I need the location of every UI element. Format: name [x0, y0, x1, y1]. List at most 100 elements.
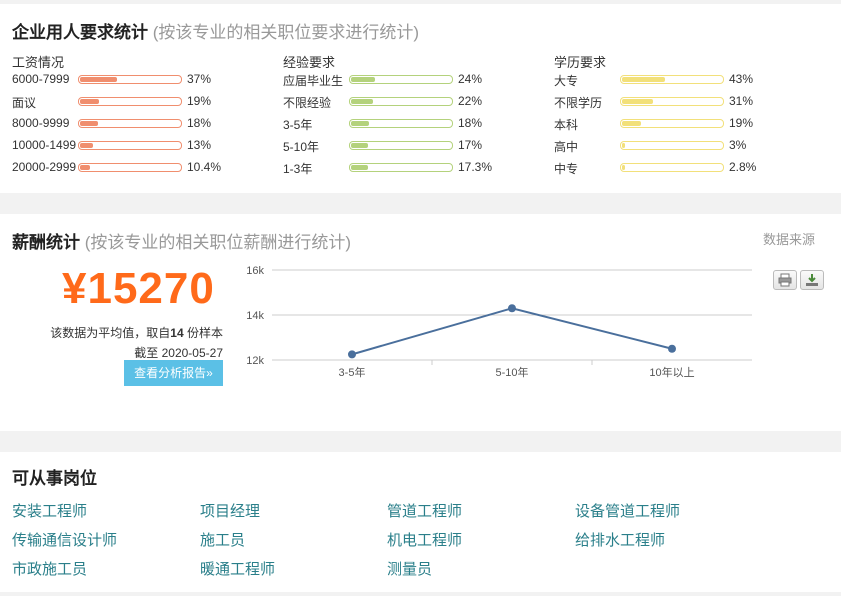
- salary-row-label: 面议: [12, 96, 37, 110]
- average-salary: ¥15270: [62, 264, 215, 313]
- salary-header: 工资情况: [12, 55, 65, 70]
- salary-row-percent: 37%: [187, 72, 212, 86]
- education-row: 高中 3%: [554, 136, 814, 158]
- salary-bar-fill: [80, 165, 90, 170]
- experience-bar-track: [349, 163, 453, 172]
- education-bar-track: [620, 97, 724, 106]
- education-row-label: 中专: [554, 162, 579, 176]
- sample-note-prefix: 该数据为平均值，取自: [50, 326, 171, 340]
- salary-row-label: 10000-14999: [12, 138, 76, 152]
- data-point[interactable]: [348, 350, 356, 359]
- y-tick-label: 12k: [246, 355, 264, 367]
- download-button[interactable]: [800, 270, 824, 290]
- date-note: 截至 2020-05-27: [134, 346, 223, 360]
- education-bar-track: [620, 119, 724, 128]
- education-row-percent: 19%: [729, 116, 754, 130]
- experience-bar-track: [349, 75, 453, 84]
- salary-title: 薪酬统计: [12, 233, 80, 252]
- sample-note: 该数据为平均值，取自14 份样本: [50, 324, 223, 341]
- education-bar-track: [620, 141, 724, 150]
- salary-bar-track: [78, 141, 182, 150]
- experience-row-percent: 17.3%: [458, 160, 493, 174]
- x-tick-label: 5-10年: [495, 365, 528, 379]
- job-link[interactable]: 给排水工程师: [575, 529, 665, 550]
- data-point[interactable]: [508, 304, 516, 313]
- experience-row-percent: 17%: [458, 138, 483, 152]
- salary-bar-fill: [80, 99, 99, 104]
- education-bar-fill: [622, 121, 641, 126]
- jobs-heading: 可从事岗位: [12, 464, 97, 489]
- salary-row: 6000-7999 37%: [12, 70, 272, 92]
- job-link[interactable]: 暖通工程师: [200, 558, 275, 579]
- sample-count: 14: [170, 326, 184, 340]
- salary-bar-fill: [80, 77, 117, 82]
- job-link[interactable]: 测量员: [387, 558, 432, 579]
- experience-row-percent: 22%: [458, 94, 483, 108]
- education-row: 中专 2.8%: [554, 158, 814, 180]
- experience-bar-track: [349, 119, 453, 128]
- salary-bar-fill: [80, 121, 98, 126]
- education-row-percent: 3%: [729, 138, 747, 152]
- experience-row-label: 3-5年: [283, 118, 313, 132]
- experience-column: 经验要求 应届毕业生 24% 不限经验 22% 3-5年 18% 5-10年 17% 1-3年 1…: [283, 52, 543, 180]
- download-icon: [806, 274, 818, 286]
- education-row-label: 本科: [554, 118, 579, 132]
- salary-panel: 薪酬统计 (按该专业的相关职位薪酬进行统计) 数据来源 ¥15270 该数据为平…: [0, 214, 841, 431]
- sample-note-suffix: 份样本: [183, 326, 223, 340]
- experience-row: 应届毕业生 24%: [283, 70, 543, 92]
- education-column: 学历要求 大专 43% 不限学历 31% 本科 19% 高中 3% 中专 2.8%: [554, 52, 814, 180]
- education-row-percent: 43%: [729, 72, 754, 86]
- job-link[interactable]: 施工员: [200, 529, 245, 550]
- education-row: 大专 43%: [554, 70, 814, 92]
- salary-row-percent: 10.4%: [187, 160, 222, 174]
- print-icon: [778, 273, 792, 287]
- salary-row-percent: 19%: [187, 94, 212, 108]
- education-bar-track: [620, 163, 724, 172]
- experience-bar-fill: [351, 121, 369, 126]
- education-bar-fill: [622, 99, 653, 104]
- salary-bar-track: [78, 75, 182, 84]
- job-link[interactable]: 项目经理: [200, 500, 260, 521]
- x-tick-label: 3-5年: [339, 365, 366, 379]
- jobs-panel: 可从事岗位 安装工程师 项目经理 管道工程师 设备管道工程师传输通信设计师 施工员 机电工…: [0, 452, 841, 592]
- y-tick-label: 14k: [246, 310, 264, 322]
- education-header: 学历要求: [554, 55, 607, 70]
- salary-row-label: 8000-9999: [12, 116, 70, 130]
- experience-bar-track: [349, 97, 453, 106]
- jobs-title: 可从事岗位: [12, 469, 97, 488]
- education-bar-track: [620, 75, 724, 84]
- requirements-title: 企业用人要求统计: [12, 23, 148, 42]
- salary-row-percent: 13%: [187, 138, 212, 152]
- salary-column: 工资情况 6000-7999 37% 面议 19% 8000-9999 18% 10000-…: [12, 52, 272, 180]
- y-tick-label: 16k: [246, 265, 264, 277]
- education-row-label: 不限学历: [554, 96, 603, 110]
- data-source-link[interactable]: 数据来源: [763, 229, 815, 248]
- experience-row-percent: 24%: [458, 72, 483, 86]
- experience-bar-track: [349, 141, 453, 150]
- education-row-label: 高中: [554, 140, 579, 154]
- requirements-panel: 企业用人要求统计 (按该专业的相关职位要求进行统计) 工资情况 6000-799…: [0, 4, 841, 193]
- education-bar-fill: [622, 77, 665, 82]
- job-link[interactable]: 机电工程师: [387, 529, 462, 550]
- job-link[interactable]: 设备管道工程师: [575, 500, 680, 521]
- experience-row-label: 1-3年: [283, 162, 313, 176]
- salary-row-percent: 18%: [187, 116, 212, 130]
- print-button[interactable]: [773, 270, 797, 290]
- education-bar-fill: [622, 143, 625, 148]
- job-link[interactable]: 市政施工员: [12, 558, 87, 579]
- salary-row: 面议 19%: [12, 92, 272, 114]
- data-point[interactable]: [668, 344, 676, 353]
- job-link[interactable]: 安装工程师: [12, 500, 87, 521]
- salary-row: 20000-29999 10.4%: [12, 158, 272, 180]
- x-tick-label: 10年以上: [649, 365, 694, 379]
- job-link[interactable]: 传输通信设计师: [12, 529, 117, 550]
- requirements-heading: 企业用人要求统计 (按该专业的相关职位要求进行统计): [12, 18, 419, 43]
- salary-row-label: 20000-29999: [12, 160, 76, 174]
- salary-bar-track: [78, 163, 182, 172]
- job-link[interactable]: 管道工程师: [387, 500, 462, 521]
- experience-row-label: 应届毕业生: [283, 74, 344, 88]
- view-report-button[interactable]: 查看分析报告»: [124, 360, 223, 386]
- education-row-percent: 2.8%: [729, 160, 757, 174]
- salary-row: 10000-14999 13%: [12, 136, 272, 158]
- salary-bar-track: [78, 97, 182, 106]
